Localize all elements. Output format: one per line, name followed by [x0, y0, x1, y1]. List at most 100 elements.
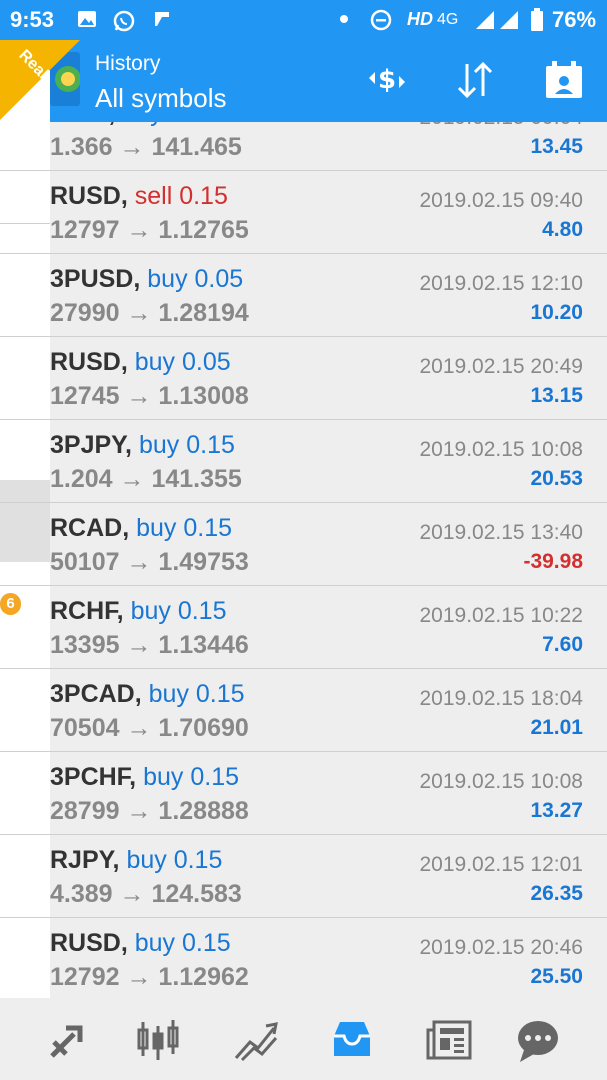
dot-icon — [340, 15, 348, 23]
clock: 9:53 — [10, 7, 55, 32]
trade-row[interactable]: RCAD, buy 0.15 50107 → 1.49753 2019.02.15 … — [0, 503, 607, 586]
trade-row[interactable]: i JPY, buy 0.15 1.366 → 141.465 2019.02.15… — [0, 122, 607, 171]
trade-symbol: RUSD, buy 0.15 — [50, 929, 231, 958]
trade-side: buy 0.15 — [134, 929, 231, 957]
page-subtitle: History — [95, 52, 161, 75]
signal-icon — [476, 11, 518, 29]
battery-percent: 76% — [552, 7, 597, 32]
trade-profit: -39.98 — [523, 550, 583, 573]
trade-symbol: RCAD, buy 0.15 — [50, 514, 232, 543]
trade-side: sell 0.15 — [134, 182, 228, 210]
trade-profit: 4.80 — [542, 218, 583, 241]
bottom-navigation — [0, 998, 607, 1080]
status-bar: 9:53 HD 4G 76% — [0, 0, 607, 40]
trade-prices: 1.366 → 141.465 — [50, 133, 242, 161]
trade-side: buy 0.15 — [122, 122, 218, 127]
trade-symbol: 3PCAD, buy 0.15 — [50, 680, 245, 709]
trade-profit: 21.01 — [530, 716, 583, 739]
trade-time: 2019.02.15 12:10 — [419, 272, 584, 295]
trade-prices: 50107 → 1.49753 — [50, 548, 249, 576]
trade-icon[interactable] — [232, 1016, 280, 1064]
trade-row[interactable]: RUSD, buy 0.05 12745 → 1.13008 2019.02.15 … — [0, 337, 607, 420]
trade-side: buy 0.15 — [138, 431, 235, 459]
trade-time: 2019.02.15 18:04 — [419, 687, 584, 710]
trade-row[interactable]: 3PCAD, buy 0.15 70504 → 1.70690 2019.02.15… — [0, 669, 607, 752]
trade-profit: 10.20 — [530, 301, 583, 324]
symbol-name: i JPY, — [50, 122, 115, 127]
symbol-name: RJPY, — [50, 846, 120, 874]
trade-symbol: 3PCHF, buy 0.15 — [50, 763, 239, 792]
trade-row[interactable]: RJPY, buy 0.15 4.389 → 124.583 2019.02.15 … — [0, 835, 607, 918]
trade-profit: 25.50 — [530, 965, 583, 988]
symbol-name: RUSD, — [50, 929, 128, 957]
trade-time: 2019.02.15 13:40 — [419, 521, 584, 544]
trade-profit: 26.35 — [530, 882, 583, 905]
trade-profit: 13.45 — [530, 135, 583, 158]
svg-text:$: $ — [378, 65, 396, 95]
trade-side: buy 0.15 — [126, 846, 223, 874]
trade-side: buy 0.05 — [134, 348, 231, 376]
trade-prices: 13395 → 1.13446 — [50, 631, 249, 659]
trade-row[interactable]: RCHF, buy 0.15 13395 → 1.13446 2019.02.15 … — [0, 586, 607, 669]
quotes-icon[interactable] — [44, 1016, 92, 1064]
trade-profit: 13.15 — [530, 384, 583, 407]
sort-icon[interactable] — [453, 58, 497, 102]
symbol-name: 3PUSD, — [50, 265, 141, 293]
trade-prices: 1.204 → 141.355 — [50, 465, 242, 493]
trade-symbol: 3PUSD, buy 0.05 — [50, 265, 243, 294]
trade-time: 2019.02.15 09:40 — [419, 189, 584, 212]
calendar-icon[interactable] — [542, 58, 586, 102]
trade-prices: 12797 → 1.12765 — [50, 216, 249, 244]
trade-side: buy 0.15 — [136, 514, 233, 542]
trade-time: 2019.02.15 09:04 — [420, 122, 584, 130]
arrow-icon — [155, 12, 169, 26]
dnd-icon — [370, 9, 392, 31]
trade-time: 2019.02.15 10:22 — [419, 604, 584, 627]
trade-profit: 20.53 — [530, 467, 583, 490]
page-title[interactable]: All symbols — [95, 83, 226, 114]
trade-prices: 27990 → 1.28194 — [50, 299, 249, 327]
trade-time: 2019.02.15 20:46 — [419, 936, 584, 959]
trade-profit: 13.27 — [530, 799, 583, 822]
symbol-name: 3PCHF, — [50, 763, 137, 791]
chat-icon[interactable] — [514, 1016, 562, 1064]
symbol-name: RCHF, — [50, 597, 124, 625]
symbol-name: 3PCAD, — [50, 680, 142, 708]
history-list[interactable]: i JPY, buy 0.15 1.366 → 141.465 2019.02.15… — [0, 122, 607, 998]
trade-row[interactable]: 3PCHF, buy 0.15 28799 → 1.28888 2019.02.15… — [0, 752, 607, 835]
trade-symbol: RJPY, buy 0.15 — [50, 846, 222, 875]
symbol-name: RCAD, — [50, 514, 130, 542]
trade-side: buy 0.15 — [130, 597, 227, 625]
trade-row[interactable]: 3PJPY, buy 0.15 1.204 → 141.355 2019.02.15… — [0, 420, 607, 503]
battery-icon — [531, 8, 543, 31]
trade-symbol: i JPY, buy 0.15 — [50, 122, 218, 128]
currency-exchange-icon[interactable]: $ — [365, 58, 409, 102]
history-icon[interactable] — [328, 1016, 376, 1064]
trade-time: 2019.02.15 10:08 — [419, 438, 584, 461]
trade-row[interactable]: 3PUSD, buy 0.05 27990 → 1.28194 2019.02.15… — [0, 254, 607, 337]
trade-prices: 4.389 → 124.583 — [50, 880, 242, 908]
whatsapp-icon — [113, 10, 135, 32]
trade-row[interactable]: RUSD, buy 0.15 12792 → 1.12962 2019.02.15 … — [0, 918, 607, 998]
app-bar: History All symbols $ — [0, 40, 607, 122]
trade-side: buy 0.15 — [143, 763, 240, 791]
symbol-name: 3PJPY, — [50, 431, 133, 459]
trade-symbol: RUSD, sell 0.15 — [50, 182, 228, 211]
trade-prices: 12745 → 1.13008 — [50, 382, 249, 410]
chart-icon[interactable] — [134, 1016, 182, 1064]
trade-prices: 28799 → 1.28888 — [50, 797, 249, 825]
trade-profit: 7.60 — [542, 633, 583, 656]
trade-symbol: RUSD, buy 0.05 — [50, 348, 231, 377]
trade-prices: 70504 → 1.70690 — [50, 714, 249, 742]
trade-time: 2019.02.15 12:01 — [419, 853, 584, 876]
symbol-name: RUSD, — [50, 182, 128, 210]
trade-time: 2019.02.15 20:49 — [419, 355, 584, 378]
trade-symbol: RCHF, buy 0.15 — [50, 597, 226, 626]
trade-prices: 12792 → 1.12962 — [50, 963, 249, 991]
symbol-name: RUSD, — [50, 348, 128, 376]
trade-symbol: 3PJPY, buy 0.15 — [50, 431, 235, 460]
hd-indicator: HD — [407, 9, 433, 29]
trade-row[interactable]: RUSD, sell 0.15 12797 → 1.12765 2019.02.15… — [0, 171, 607, 254]
news-icon[interactable] — [426, 1016, 474, 1064]
trade-time: 2019.02.15 10:08 — [419, 770, 584, 793]
